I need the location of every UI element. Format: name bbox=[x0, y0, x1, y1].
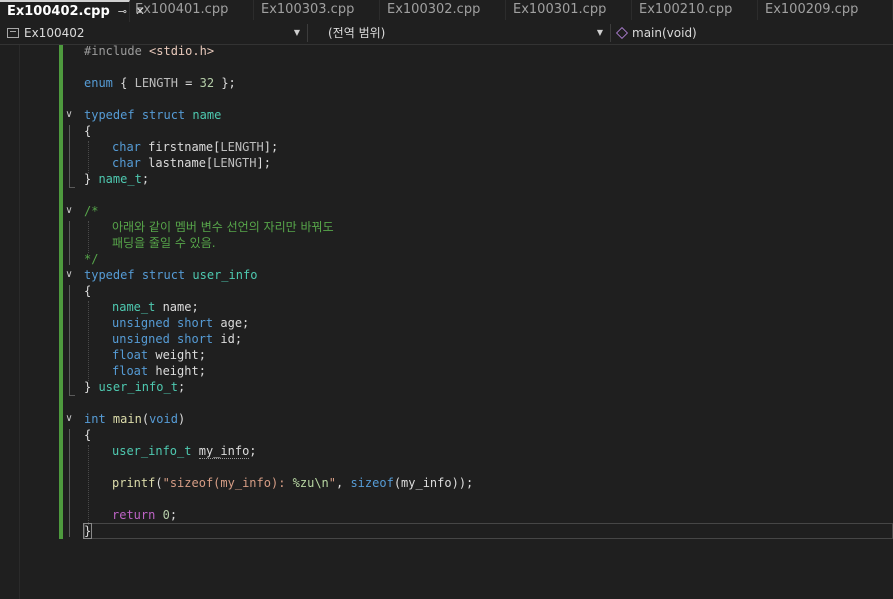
pin-icon[interactable]: ⊸ bbox=[118, 5, 127, 18]
code-line-name-t: } name_t; bbox=[84, 172, 150, 186]
code-line-comment-1: 아래와 같이 멤버 변수 선언의 자리만 바꿔도 bbox=[112, 220, 334, 234]
tab-label: Ex100301.cpp bbox=[513, 2, 607, 17]
code-line-member-weight: float weight; bbox=[112, 348, 206, 362]
chevron-down-icon[interactable]: ∨ bbox=[63, 109, 75, 120]
code-line-member-name: name_t name; bbox=[112, 300, 199, 314]
chevron-down-icon[interactable]: ∨ bbox=[63, 269, 75, 280]
chevron-down-icon[interactable]: ∨ bbox=[63, 205, 75, 216]
tab-ex100303[interactable]: Ex100303.cpp bbox=[254, 0, 380, 20]
code-line-user-info-t: } user_info_t; bbox=[84, 380, 186, 394]
member-label: main(void) bbox=[632, 26, 697, 40]
code-line-typedef-name: typedef struct name bbox=[84, 108, 222, 122]
code-line-member-id: unsigned short id; bbox=[112, 332, 243, 346]
tab-ex100301[interactable]: Ex100301.cpp bbox=[506, 0, 632, 20]
code-line-brace: { bbox=[84, 284, 92, 298]
source-code[interactable]: #include <stdio.h> enum { LENGTH = 32 };… bbox=[82, 44, 473, 539]
member-dropdown[interactable]: main(void) bbox=[611, 23, 893, 43]
chevron-down-icon[interactable]: ∨ bbox=[63, 413, 75, 424]
scope-label: (전역 범위) bbox=[328, 26, 386, 40]
code-line-comment-2: 패딩을 줄일 수 있음. bbox=[112, 236, 216, 250]
scope-dropdown[interactable]: (전역 범위) ▼ bbox=[309, 23, 609, 43]
tab-ex100209[interactable]: Ex100209.cpp bbox=[758, 0, 893, 20]
code-line-firstname: char firstname[LENGTH]; bbox=[112, 140, 279, 154]
project-dropdown[interactable]: Ex100402 ▼ bbox=[0, 23, 306, 43]
fold-line bbox=[69, 285, 70, 395]
code-line-main: int main(void) bbox=[84, 412, 186, 426]
code-line-brace: { bbox=[84, 124, 92, 138]
fold-end bbox=[69, 395, 75, 396]
chevron-down-icon: ▼ bbox=[596, 28, 603, 37]
tab-ex100210[interactable]: Ex100210.cpp bbox=[632, 0, 758, 20]
code-line-enum: enum { LENGTH = 32 }; bbox=[84, 76, 236, 90]
tab-label: Ex100303.cpp bbox=[261, 2, 355, 17]
tab-label: Ex100302.cpp bbox=[387, 2, 481, 17]
code-line-member-height: float height; bbox=[112, 364, 206, 378]
code-line-printf: printf("sizeof(my_info): %zu\n", sizeof(… bbox=[112, 476, 474, 490]
current-line-highlight bbox=[84, 523, 893, 539]
chevron-down-icon: ▼ bbox=[293, 28, 300, 37]
tab-label: Ex100402.cpp bbox=[7, 4, 110, 19]
divider bbox=[307, 24, 308, 42]
code-line-return: return 0; bbox=[112, 508, 178, 522]
code-line-brace: { bbox=[84, 428, 92, 442]
code-line-close-brace: } bbox=[82, 523, 93, 539]
cube-icon bbox=[615, 26, 629, 40]
tab-label: Ex100209.cpp bbox=[765, 2, 859, 17]
gutter-divider bbox=[19, 45, 20, 599]
code-line-include: #include <stdio.h> bbox=[84, 44, 215, 58]
fold-line bbox=[69, 429, 70, 537]
document-tab-bar: Ex100402.cpp ⊸ ✕ Ex100401.cpp Ex100303.cpp… bbox=[0, 0, 893, 24]
tab-label: Ex100401.cpp bbox=[135, 2, 229, 17]
tab-label: Ex100210.cpp bbox=[639, 2, 733, 17]
project-label: Ex100402 bbox=[24, 26, 85, 40]
tab-ex100401[interactable]: Ex100401.cpp bbox=[128, 0, 254, 20]
code-line-my-info: user_info_t my_info; bbox=[112, 444, 257, 459]
fold-end bbox=[69, 187, 75, 188]
tab-ex100302[interactable]: Ex100302.cpp bbox=[380, 0, 506, 20]
tab-ex100402[interactable]: Ex100402.cpp ⊸ ✕ bbox=[0, 0, 145, 22]
code-line-typedef-user-info: typedef struct user_info bbox=[84, 268, 258, 282]
fold-line bbox=[69, 125, 70, 187]
code-editor[interactable]: ∨ ∨ ∨ ∨ #include <stdio.h> enum { LENGTH… bbox=[0, 44, 893, 599]
code-line-comment-open: /* bbox=[84, 204, 99, 218]
file-icon bbox=[7, 27, 19, 38]
code-line-member-age: unsigned short age; bbox=[112, 316, 250, 330]
code-line-comment-close: */ bbox=[84, 252, 99, 266]
fold-line bbox=[69, 221, 70, 265]
navigation-bar: Ex100402 ▼ (전역 범위) ▼ main(void) bbox=[0, 22, 893, 45]
code-line-lastname: char lastname[LENGTH]; bbox=[112, 156, 271, 170]
